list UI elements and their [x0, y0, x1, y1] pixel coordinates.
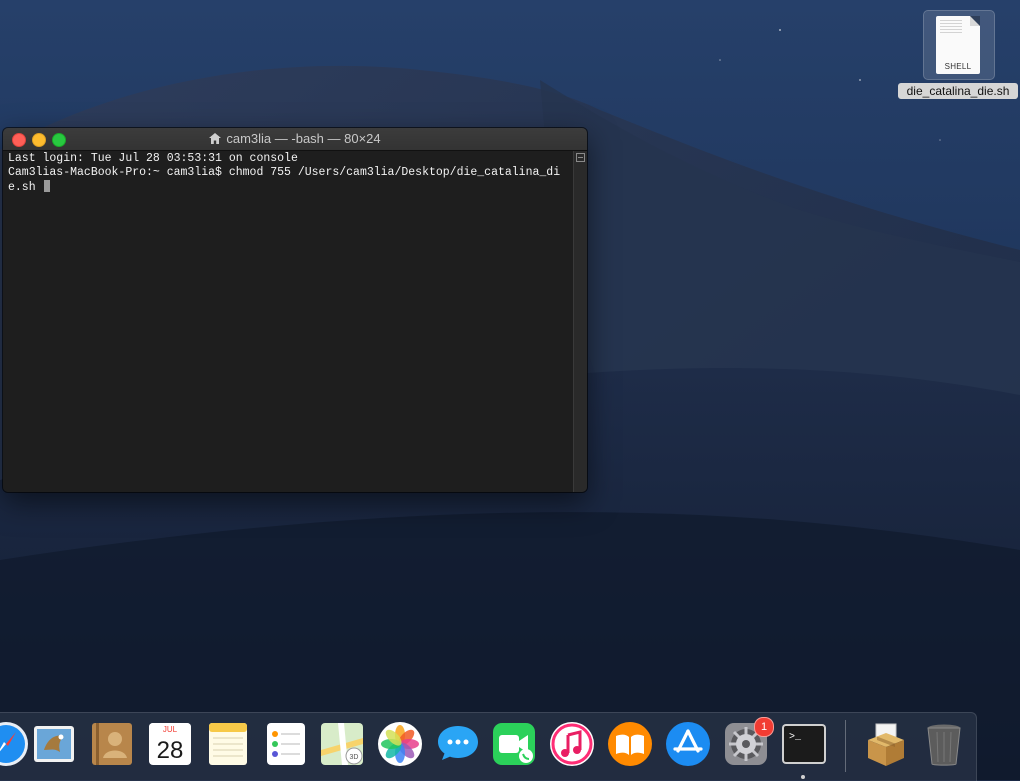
maps-icon[interactable]: 3D [318, 720, 366, 768]
desktop-file-die-catalina[interactable]: SHELL die_catalina_die.sh [898, 10, 1018, 102]
app-store-icon[interactable] [664, 720, 712, 768]
photos-icon[interactable] [376, 720, 424, 768]
window-title-text: cam3lia — -bash — 80×24 [226, 131, 381, 146]
split-pane-button[interactable] [576, 153, 585, 162]
notification-badge: 1 [754, 717, 774, 737]
file-name-label[interactable]: die_catalina_die.sh [898, 83, 1018, 99]
terminal-titlebar[interactable]: cam3lia — -bash — 80×24 [3, 128, 587, 151]
terminal-icon[interactable]: >_ [780, 720, 828, 768]
text-cursor [43, 180, 50, 192]
books-icon[interactable] [606, 720, 654, 768]
terminal-scrollbar[interactable] [573, 151, 587, 492]
terminal-window[interactable]: cam3lia — -bash — 80×24 Last login: Tue … [3, 128, 587, 492]
terminal-line-text: e.sh [8, 181, 43, 194]
trash-icon[interactable] [920, 720, 968, 768]
facetime-icon[interactable] [490, 720, 538, 768]
shell-script-icon: SHELL [936, 16, 980, 74]
messages-icon[interactable] [434, 720, 482, 768]
notes-icon[interactable] [204, 720, 252, 768]
window-title: cam3lia — -bash — 80×24 [3, 128, 587, 150]
terminal-output[interactable]: Last login: Tue Jul 28 03:53:31 on conso… [3, 151, 573, 492]
calendar-month: JUL [163, 725, 178, 734]
terminal-line: Last login: Tue Jul 28 03:53:31 on conso… [8, 152, 298, 165]
reminders-icon[interactable] [262, 720, 310, 768]
running-indicator [801, 775, 805, 779]
contacts-icon[interactable] [88, 720, 136, 768]
calendar-day: 28 [157, 737, 184, 764]
terminal-prompt-glyph: >_ [789, 732, 802, 743]
svg-text:3D: 3D [350, 754, 359, 761]
file-kind-label: SHELL [944, 62, 972, 71]
terminal-line: e.sh [8, 180, 573, 194]
package-icon[interactable] [862, 720, 910, 768]
mail-icon[interactable] [30, 720, 78, 768]
home-icon [209, 133, 222, 144]
dock-separator [845, 720, 846, 772]
gear-icon[interactable]: 1 [722, 717, 774, 768]
safari-icon[interactable] [0, 720, 30, 768]
calendar-icon[interactable]: JUL 28 [146, 720, 194, 768]
terminal-line: Cam3lias-MacBook-Pro:~ cam3lia$ chmod 75… [8, 166, 561, 179]
itunes-icon[interactable] [548, 720, 596, 768]
